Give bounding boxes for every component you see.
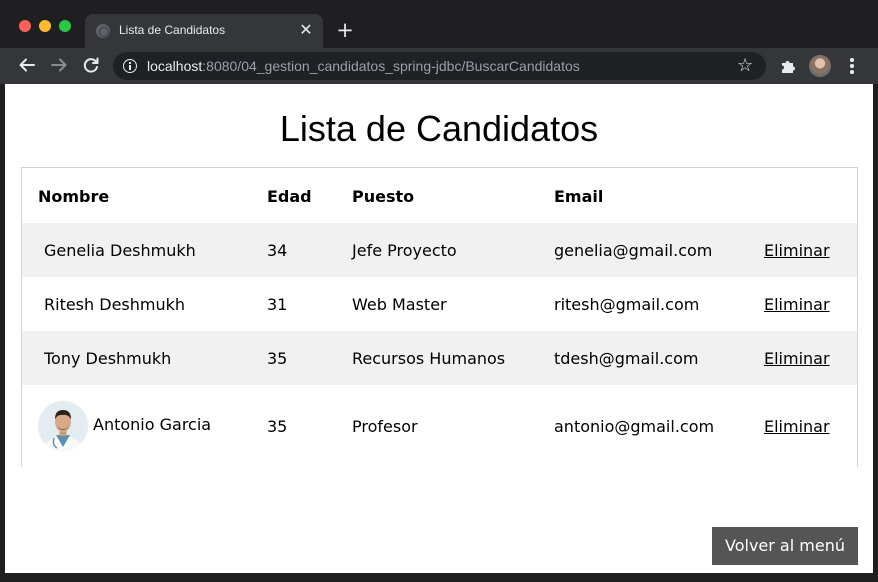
browser-tab[interactable]: Lista de Candidatos ✕ (85, 14, 323, 48)
candidate-email: tdesh@gmail.com (554, 349, 699, 368)
delete-link[interactable]: Eliminar (764, 295, 830, 314)
header-age: Edad (267, 187, 312, 206)
candidate-name: Tony Deshmukh (44, 349, 172, 368)
candidate-name: Genelia Deshmukh (44, 241, 196, 260)
browser-menu-icon[interactable] (845, 56, 859, 76)
url-host: localhost (147, 58, 203, 74)
window-minimize-button[interactable] (39, 20, 51, 32)
bookmark-star-icon[interactable]: ☆ (737, 55, 753, 76)
header-name: Nombre (38, 187, 110, 206)
window-edge (0, 108, 5, 158)
globe-icon (96, 24, 110, 38)
candidate-age: 34 (267, 241, 288, 260)
candidate-job: Jefe Proyecto (352, 241, 457, 260)
browser-toolbar: localhost:8080/04_gestion_candidatos_spr… (0, 48, 878, 84)
header-email: Email (554, 187, 604, 206)
page-title: Lista de Candidatos (279, 108, 599, 149)
candidate-age: 35 (267, 417, 288, 436)
candidate-age: 31 (267, 295, 288, 314)
window-bottom-edge (0, 573, 878, 582)
header-job: Puesto (352, 187, 415, 206)
address-bar[interactable]: localhost:8080/04_gestion_candidatos_spr… (113, 52, 766, 80)
forward-arrow-icon[interactable] (48, 54, 70, 76)
delete-link[interactable]: Eliminar (764, 349, 830, 368)
candidate-photo (38, 401, 88, 451)
candidate-name: Ritesh Deshmukh (44, 295, 186, 314)
table-header-row: Nombre Edad Puesto Email (22, 168, 857, 223)
candidate-email: genelia@gmail.com (554, 241, 713, 260)
url-path: :8080/04_gestion_candidatos_spring-jdbc/… (202, 58, 580, 74)
candidate-job: Web Master (352, 295, 447, 314)
table-row: Tony Deshmukh 35 Recursos Humanos tdesh@… (22, 331, 857, 385)
browser-tabstrip: Lista de Candidatos ✕ + (0, 0, 878, 48)
candidate-email: antonio@gmail.com (554, 417, 715, 436)
tab-title: Lista de Candidatos (119, 23, 226, 37)
extensions-puzzle-icon[interactable] (779, 57, 797, 75)
profile-avatar[interactable] (809, 55, 831, 77)
table-row: Antonio Garcia 35 Profesor antonio@gmail… (22, 385, 857, 467)
reload-icon[interactable] (80, 54, 102, 76)
table-row: Ritesh Deshmukh 31 Web Master ritesh@gma… (22, 277, 857, 331)
url-text[interactable]: localhost:8080/04_gestion_candidatos_spr… (147, 58, 580, 74)
candidate-name: Antonio Garcia (93, 415, 212, 434)
doctor-portrait-image (38, 401, 88, 451)
tab-close-icon[interactable]: ✕ (298, 22, 314, 38)
site-info-icon[interactable] (123, 59, 137, 73)
new-tab-button[interactable]: + (334, 19, 356, 41)
back-to-menu-button[interactable]: Volver al menú (712, 527, 858, 565)
candidate-job: Recursos Humanos (352, 349, 506, 368)
delete-link[interactable]: Eliminar (764, 241, 830, 260)
candidate-job: Profesor (352, 417, 418, 436)
back-arrow-icon[interactable] (16, 54, 38, 76)
table-row: Genelia Deshmukh 34 Jefe Proyecto geneli… (22, 223, 857, 277)
page-viewport: Lista de Candidatos Nombre Edad Puesto E… (5, 84, 873, 573)
window-maximize-button[interactable] (59, 20, 71, 32)
delete-link[interactable]: Eliminar (764, 417, 830, 436)
candidate-email: ritesh@gmail.com (554, 295, 700, 314)
candidates-table: Nombre Edad Puesto Email Genelia Deshmuk… (21, 167, 858, 467)
window-close-button[interactable] (19, 20, 31, 32)
candidate-age: 35 (267, 349, 288, 368)
